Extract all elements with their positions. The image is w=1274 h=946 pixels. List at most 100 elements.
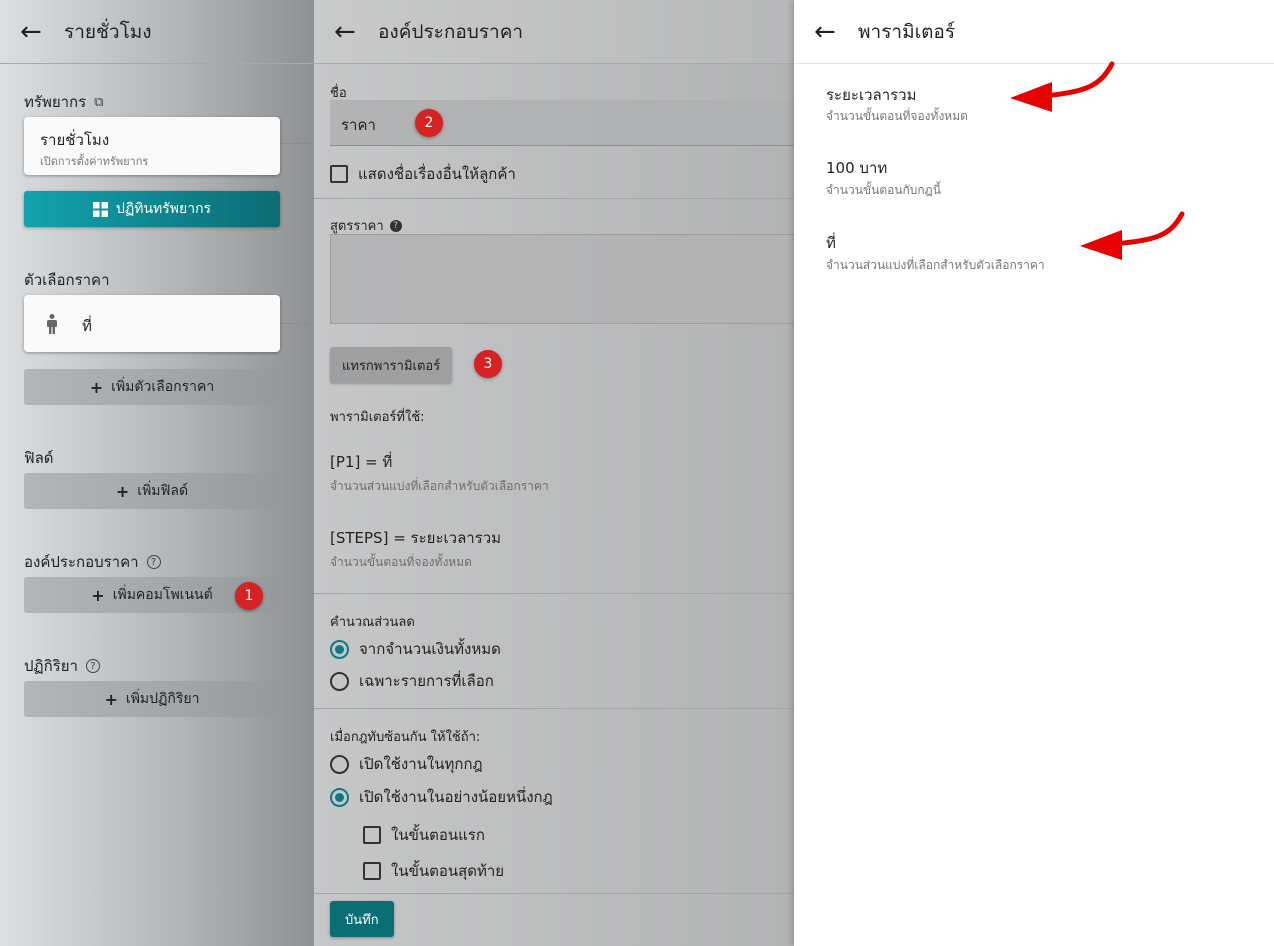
- price-component-panel: ← องค์ประกอบราคา ชื่อ ราคา 2 แสดงชื่อเรื…: [314, 0, 794, 946]
- fields-label: ฟิลด์: [24, 446, 54, 470]
- param-option-desc: จำนวนส่วนแบ่งที่เลือกสำหรับตัวเลือกราคา: [826, 258, 1045, 272]
- grid-icon: [92, 201, 108, 217]
- annotation-arrow-icon: [1080, 211, 1185, 260]
- resources-section-label: ทรัพยากร ⧉: [24, 90, 103, 114]
- last-step-checkbox[interactable]: [363, 862, 381, 880]
- add-component-label: เพิ่มคอมโพเนนต์: [112, 587, 213, 603]
- step-badge-3: 3: [474, 350, 502, 378]
- help-icon[interactable]: ?: [389, 219, 402, 232]
- param-option-title: ระยะเวลารวม: [826, 86, 917, 104]
- fields-text: ฟิลด์: [24, 449, 54, 467]
- param-option-desc: จำนวนขั้นตอนกับกฎนี้: [826, 183, 941, 197]
- resource-card-subtitle: เปิดการตั้งค่าทรัพยากร: [40, 155, 149, 168]
- person-icon: [47, 314, 57, 334]
- first-step-row[interactable]: ในขั้นตอนแรก: [363, 823, 485, 847]
- copy-icon[interactable]: ⧉: [94, 95, 103, 110]
- formula-label-text: สูตรราคา: [330, 219, 384, 234]
- save-button[interactable]: บันทึก: [330, 901, 394, 937]
- add-field-label: เพิ่มฟิลด์: [137, 483, 189, 499]
- param-p1-name: = ที่: [365, 453, 393, 471]
- radio-selected[interactable]: [330, 787, 349, 807]
- plus-icon: +: [115, 481, 130, 501]
- divider: [314, 198, 794, 199]
- discount-option-selected[interactable]: เฉพาะรายการที่เลือก: [330, 669, 494, 693]
- overlap-label: เมื่อกฎทับซ้อนกัน ให้ใช้ถ้า:: [330, 730, 481, 745]
- resource-panel: ← รายชั่วโมง ทรัพยากร ⧉ รายชั่วโมง เปิดก…: [0, 0, 314, 946]
- param-steps-desc: จำนวนขั้นตอนที่จองทั้งหมด: [330, 555, 472, 569]
- divider: [314, 708, 794, 709]
- actions-text: ปฏิกิริยา: [24, 657, 78, 675]
- price-options-label: ตัวเลือกราคา: [24, 268, 110, 292]
- radio-unselected[interactable]: [330, 754, 349, 774]
- overlap-option-one[interactable]: เปิดใช้งานในอย่างน้อยหนึ่งกฎ: [330, 785, 553, 809]
- connector-line: [280, 323, 314, 324]
- param-steps-code: [STEPS]: [330, 529, 389, 547]
- resource-calendar-button[interactable]: ปฏิทินทรัพยากร: [24, 191, 280, 227]
- price-options-text: ตัวเลือกราคา: [24, 271, 110, 289]
- annotation-arrow-icon: [1010, 61, 1115, 112]
- first-step-label: ในขั้นตอนแรก: [391, 826, 485, 844]
- save-button-label: บันทึก: [345, 912, 379, 928]
- show-other-title-label: แสดงชื่อเรื่องอื่นให้ลูกค้า: [358, 165, 516, 183]
- add-field-button[interactable]: + เพิ่มฟิลด์: [24, 473, 280, 509]
- component-title: องค์ประกอบราคา: [378, 20, 524, 43]
- param-steps-name: = ระยะเวลารวม: [393, 529, 502, 547]
- radio-unselected[interactable]: [330, 671, 349, 691]
- show-other-title-row[interactable]: แสดงชื่อเรื่องอื่นให้ลูกค้า: [330, 162, 516, 186]
- parameters-title: พารามิเตอร์: [858, 20, 956, 43]
- first-step-checkbox[interactable]: [363, 826, 381, 844]
- last-step-row[interactable]: ในขั้นตอนสุดท้าย: [363, 859, 504, 883]
- discount-label: คำนวณส่วนลด: [330, 615, 415, 630]
- resource-card-title: รายชั่วโมง: [40, 131, 110, 149]
- param-option-desc: จำนวนขั้นตอนที่จองทั้งหมด: [826, 109, 968, 123]
- name-input-value: ราคา: [341, 116, 376, 134]
- back-arrow-icon[interactable]: ←: [20, 19, 46, 45]
- actions-label: ปฏิกิริยา ?: [24, 654, 100, 678]
- discount-option-all-label: จากจำนวนเงินทั้งหมด: [359, 640, 501, 658]
- add-price-option-button[interactable]: + เพิ่มตัวเลือกราคา: [24, 369, 280, 405]
- overlap-option-all-label: เปิดใช้งานในทุกกฎ: [359, 755, 483, 773]
- back-arrow-icon[interactable]: ←: [814, 19, 840, 45]
- param-option-title: ที่: [826, 234, 836, 252]
- connector-line: [280, 143, 314, 144]
- name-input[interactable]: ราคา: [330, 100, 794, 146]
- radio-selected[interactable]: [330, 639, 349, 659]
- step-badge-2: 2: [415, 109, 443, 137]
- overlap-option-one-label: เปิดใช้งานในอย่างน้อยหนึ่งกฎ: [359, 788, 553, 806]
- last-step-label: ในขั้นตอนสุดท้าย: [391, 862, 505, 880]
- plus-icon: +: [89, 377, 104, 397]
- right-header: ← พารามิเตอร์: [794, 0, 1274, 64]
- add-action-label: เพิ่มปฏิกิริยา: [125, 691, 200, 707]
- components-label: องค์ประกอบราคา ?: [24, 550, 161, 574]
- discount-option-selected-label: เฉพาะรายการที่เลือก: [359, 672, 494, 690]
- formula-textarea[interactable]: [330, 234, 794, 324]
- plus-icon: +: [91, 585, 105, 605]
- discount-option-all[interactable]: จากจำนวนเงินทั้งหมด: [330, 637, 501, 661]
- resources-label: ทรัพยากร: [24, 93, 87, 111]
- left-header: ← รายชั่วโมง: [0, 0, 314, 64]
- page-title: รายชั่วโมง: [64, 20, 152, 43]
- insert-parameter-button[interactable]: แทรกพารามิเตอร์: [330, 347, 453, 383]
- calendar-button-label: ปฏิทินทรัพยากร: [115, 201, 212, 217]
- param-p1-code: [P1]: [330, 453, 361, 471]
- resource-card[interactable]: รายชั่วโมง เปิดการตั้งค่าทรัพยากร: [24, 117, 280, 175]
- back-arrow-icon[interactable]: ←: [334, 19, 360, 45]
- price-option-label: ที่: [82, 317, 92, 335]
- help-icon[interactable]: ?: [146, 555, 161, 569]
- overlap-option-all[interactable]: เปิดใช้งานในทุกกฎ: [330, 752, 483, 776]
- help-icon[interactable]: ?: [85, 659, 100, 673]
- divider: [314, 893, 794, 894]
- add-action-button[interactable]: + เพิ่มปฏิกิริยา: [24, 681, 280, 717]
- show-other-title-checkbox[interactable]: [330, 165, 348, 183]
- param-option-title: 100 บาท: [826, 159, 888, 177]
- add-price-option-label: เพิ่มตัวเลือกราคา: [111, 379, 215, 395]
- param-steps-title: [STEPS] = ระยะเวลารวม: [330, 526, 501, 550]
- plus-icon: +: [104, 689, 118, 709]
- insert-parameter-label: แทรกพารามิเตอร์: [342, 358, 441, 374]
- price-option-card[interactable]: ที่: [24, 295, 280, 352]
- param-p1-title: [P1] = ที่: [330, 450, 392, 474]
- param-p1-desc: จำนวนส่วนแบ่งที่เลือกสำหรับตัวเลือกราคา: [330, 479, 549, 493]
- formula-label: สูตรราคา ?: [330, 215, 402, 236]
- components-text: องค์ประกอบราคา: [24, 553, 139, 571]
- divider: [314, 593, 794, 594]
